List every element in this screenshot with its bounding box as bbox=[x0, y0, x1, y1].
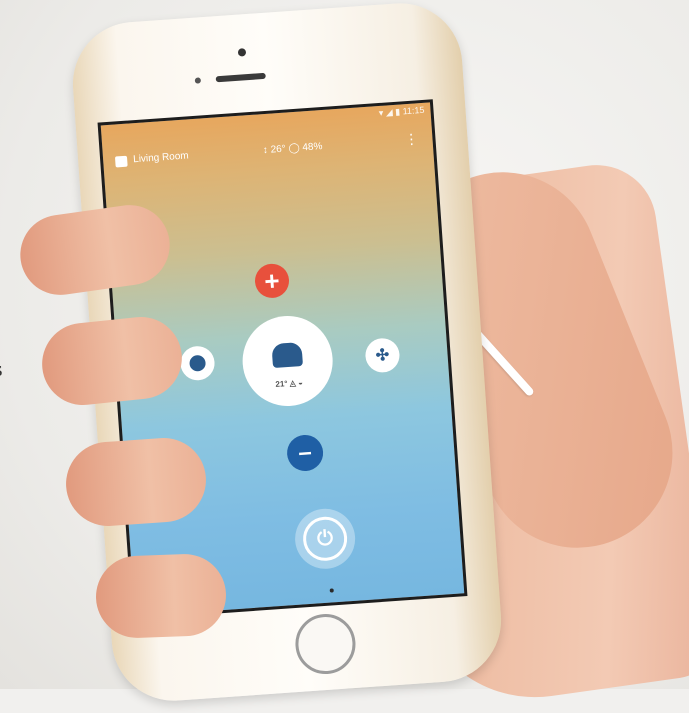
sensor bbox=[194, 77, 202, 84]
mode-status-text: 21° ◬ ◒ bbox=[275, 377, 304, 389]
front-camera bbox=[237, 48, 247, 57]
timer-button[interactable] bbox=[179, 345, 216, 382]
page-indicator bbox=[329, 588, 334, 593]
ac-mode-icon bbox=[271, 341, 303, 368]
power-icon: ⏻ bbox=[301, 515, 349, 563]
app-bar: Living Room ↕ 26° ◯ 48% ⋮ bbox=[102, 126, 433, 177]
fan-button[interactable]: ✣ bbox=[364, 337, 401, 374]
room-icon bbox=[114, 155, 128, 168]
finger-ring bbox=[63, 435, 209, 529]
increase-button[interactable]: + bbox=[253, 262, 291, 300]
status-bar: ▾ ◢ ▮ 11:15 bbox=[378, 104, 425, 119]
room-label[interactable]: Living Room bbox=[133, 150, 189, 165]
timer-icon bbox=[189, 354, 207, 372]
finger-little bbox=[94, 552, 228, 640]
power-button[interactable]: ⏻ bbox=[293, 506, 358, 571]
cropped-text: s bbox=[0, 356, 3, 382]
decrease-button[interactable]: – bbox=[285, 433, 325, 473]
fan-icon: ✣ bbox=[375, 346, 390, 365]
mode-button[interactable]: 21° ◬ ◒ bbox=[239, 312, 336, 410]
overflow-menu-icon[interactable]: ⋮ bbox=[404, 130, 419, 148]
home-button[interactable] bbox=[293, 612, 358, 677]
temperature-humidity-readout: ↕ 26° ◯ 48% bbox=[262, 141, 323, 157]
earpiece-speaker bbox=[215, 72, 266, 83]
